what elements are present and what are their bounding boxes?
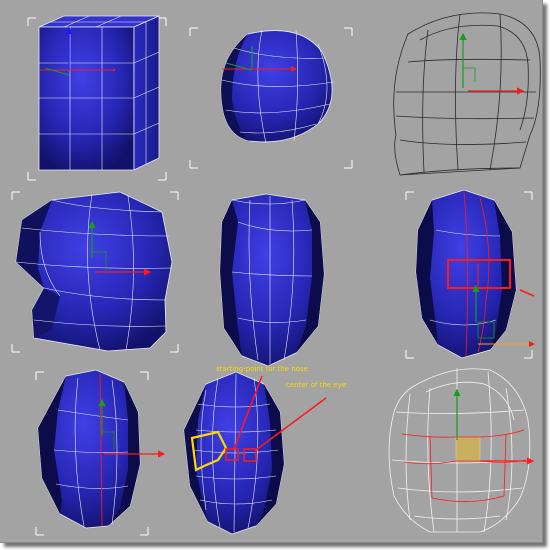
modeling-steps-figure: starting-point for the nose center of th…: [0, 0, 543, 543]
panel-head-front-shaded: [219, 193, 325, 367]
panel-head-side-shaded: [11, 191, 179, 353]
nose-annotation-label: starting-point for the nose: [216, 365, 308, 373]
figure-canvas: starting-point for the nose center of th…: [11, 12, 541, 536]
head-wire-outline: [393, 12, 541, 176]
panel-sphere-meshsmooth: [189, 27, 353, 169]
box-front-face: [38, 26, 135, 171]
selected-face: [455, 436, 481, 462]
box-side-face: [133, 15, 160, 171]
pointer-stub: [519, 289, 535, 297]
panel-box-start: [27, 15, 167, 181]
panel-head-wireframe-side: [393, 12, 541, 176]
eye-annotation-label: center of the eye: [286, 381, 346, 389]
panel-head-wireframe-front: [388, 368, 535, 533]
gizmo-axes: [459, 32, 525, 95]
panel-head-nose-eye-marked: starting-point for the nose center of th…: [183, 365, 346, 535]
panel-head-front-selection: [405, 189, 535, 359]
panel-head-front-cut: [35, 369, 166, 536]
